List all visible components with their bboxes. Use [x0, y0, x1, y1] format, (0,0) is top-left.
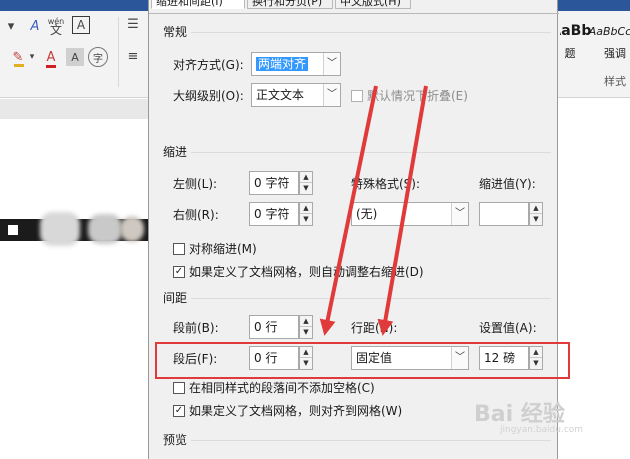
arrow-to-spacing-after — [319, 85, 378, 336]
watermark-url: jingyan.baidu.com — [500, 425, 584, 435]
watermark: Bai 经验 — [474, 402, 565, 427]
annotation-arrows — [319, 85, 428, 336]
arrow-to-line-spacing — [377, 85, 428, 336]
